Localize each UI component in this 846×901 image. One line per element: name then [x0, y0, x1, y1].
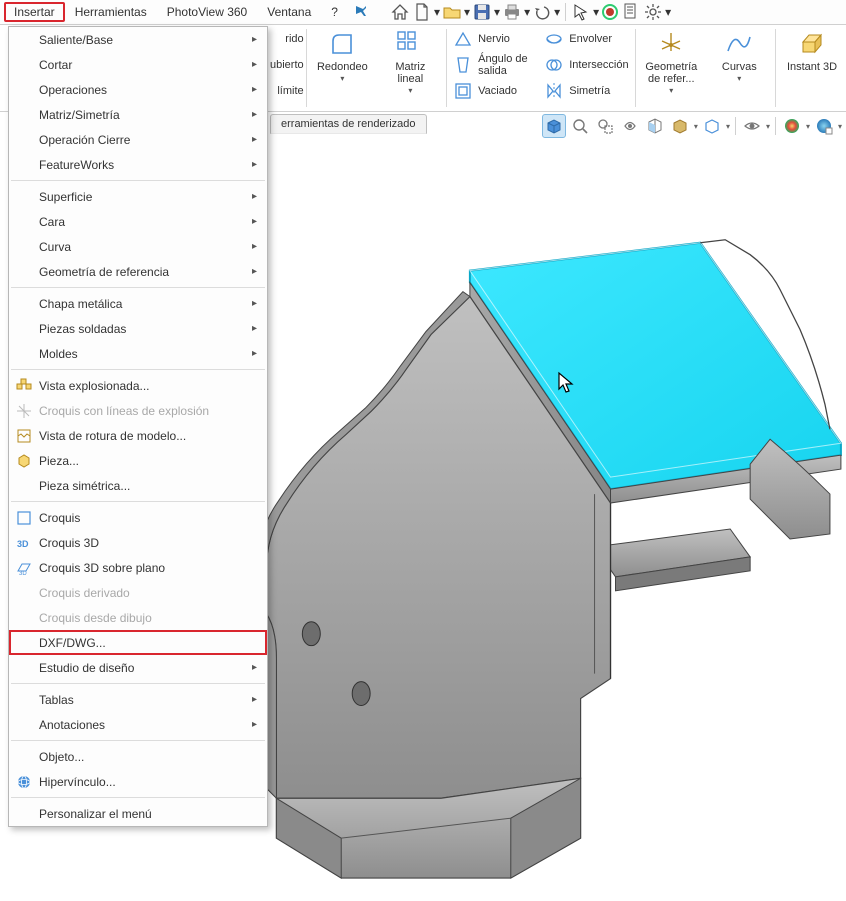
menu-operaciones[interactable]: Operaciones▸	[9, 77, 267, 102]
explode-lines-icon	[15, 402, 33, 420]
save-icon[interactable]	[472, 2, 492, 22]
menu-tablas[interactable]: Tablas▸	[9, 687, 267, 712]
menu-croquis[interactable]: Croquis	[9, 505, 267, 530]
menu-operacion-cierre[interactable]: Operación Cierre▸	[9, 127, 267, 152]
svg-text:3D: 3D	[19, 571, 27, 576]
menu-hipervinculo[interactable]: Hipervínculo...	[9, 769, 267, 794]
dd-icon[interactable]: ▾	[806, 122, 810, 131]
dd-icon[interactable]: ▾	[464, 5, 470, 19]
hyperlink-icon	[15, 773, 33, 791]
view-cube-icon[interactable]	[542, 114, 566, 138]
sketch3d-icon: 3D	[15, 534, 33, 552]
dd-icon[interactable]: ▾	[766, 122, 770, 131]
menu-personalizar[interactable]: Personalizar el menú	[9, 801, 267, 826]
new-icon[interactable]	[412, 2, 432, 22]
apply-scene-icon[interactable]	[813, 115, 835, 137]
ribbon-interseccion[interactable]: Intersección	[540, 53, 632, 77]
menubar: Insertar Herramientas PhotoView 360 Vent…	[0, 0, 846, 25]
menu-pieza[interactable]: Pieza...	[9, 448, 267, 473]
menu-croquis-3d-plano[interactable]: 3DCroquis 3D sobre plano	[9, 555, 267, 580]
ribbon-redondeo[interactable]: Redondeo▾	[314, 29, 370, 85]
zoom-fit-icon[interactable]	[569, 115, 591, 137]
menu-curva[interactable]: Curva▸	[9, 234, 267, 259]
menu-geometria-referencia[interactable]: Geometría de referencia▸	[9, 259, 267, 284]
sketch-icon	[15, 509, 33, 527]
dd-icon[interactable]: ▾	[554, 5, 560, 19]
menu-ventana[interactable]: Ventana	[257, 2, 321, 22]
select-icon[interactable]	[571, 2, 591, 22]
dd-icon[interactable]: ▾	[694, 122, 698, 131]
prev-view-icon[interactable]	[619, 115, 641, 137]
dd-icon[interactable]: ▾	[434, 5, 440, 19]
edit-appearance-icon[interactable]	[781, 115, 803, 137]
menu-matriz-simetria[interactable]: Matriz/Simetría▸	[9, 102, 267, 127]
insertar-dropdown: Saliente/Base▸ Cortar▸ Operaciones▸ Matr…	[8, 26, 268, 827]
menu-photoview360[interactable]: PhotoView 360	[157, 2, 258, 22]
menu-dxf-dwg[interactable]: DXF/DWG...	[9, 630, 267, 655]
menu-piezas-soldadas[interactable]: Piezas soldadas▸	[9, 316, 267, 341]
rebuild-icon[interactable]	[601, 3, 619, 21]
menu-help[interactable]: ?	[321, 2, 348, 22]
menu-saliente-base[interactable]: Saliente/Base▸	[9, 27, 267, 52]
home-icon[interactable]	[390, 2, 410, 22]
menu-estudio-diseno[interactable]: Estudio de diseño▸	[9, 655, 267, 680]
dd-icon[interactable]: ▾	[726, 122, 730, 131]
ribbon-envolver[interactable]: Envolver	[540, 27, 632, 51]
hide-show-icon[interactable]	[741, 115, 763, 137]
menu-chapa-metalica[interactable]: Chapa metálica▸	[9, 291, 267, 316]
undo-icon[interactable]	[532, 2, 552, 22]
menu-cara[interactable]: Cara▸	[9, 209, 267, 234]
tab-row: erramientas de renderizado	[270, 112, 427, 136]
view-orient-icon[interactable]	[669, 115, 691, 137]
menu-croquis-derivado: Croquis derivado	[9, 580, 267, 605]
explode-icon	[15, 377, 33, 395]
menu-croquis-dibujo: Croquis desde dibujo	[9, 605, 267, 630]
quick-toolbar: ▾ ▾ ▾ ▾ ▾ ▾ ▾	[390, 2, 671, 22]
tab-render-tools[interactable]: erramientas de renderizado	[270, 114, 427, 134]
view-toolbar: ▾ ▾ ▾ ▾ ▾	[542, 114, 842, 138]
menu-croquis-explosion: Croquis con líneas de explosión	[9, 398, 267, 423]
section-view-icon[interactable]	[644, 115, 666, 137]
menu-anotaciones[interactable]: Anotaciones▸	[9, 712, 267, 737]
ribbon-angulo-salida[interactable]: Ángulo de salida	[449, 53, 532, 77]
menu-featureworks[interactable]: FeatureWorks▸	[9, 152, 267, 177]
zoom-area-icon[interactable]	[594, 115, 616, 137]
menu-vista-explosionada[interactable]: Vista explosionada...	[9, 373, 267, 398]
options-icon[interactable]	[643, 2, 663, 22]
break-view-icon	[15, 427, 33, 445]
document-props-icon[interactable]	[621, 2, 641, 22]
menu-vista-rotura[interactable]: Vista de rotura de modelo...	[9, 423, 267, 448]
sketch3d-plane-icon: 3D	[15, 559, 33, 577]
ribbon-nervio[interactable]: Nervio	[449, 27, 532, 51]
menu-herramientas[interactable]: Herramientas	[65, 2, 157, 22]
ribbon-hidden-col: rido ubierto límite	[270, 25, 304, 103]
ribbon-text[interactable]: rido	[285, 27, 303, 51]
menu-moldes[interactable]: Moldes▸	[9, 341, 267, 366]
ribbon-vaciado[interactable]: Vaciado	[449, 79, 532, 103]
dd-icon[interactable]: ▾	[665, 5, 671, 19]
menu-insertar[interactable]: Insertar	[4, 2, 65, 22]
menu-cortar[interactable]: Cortar▸	[9, 52, 267, 77]
print-icon[interactable]	[502, 2, 522, 22]
ribbon-text[interactable]: límite	[277, 79, 303, 103]
menu-croquis-3d[interactable]: 3DCroquis 3D	[9, 530, 267, 555]
open-icon[interactable]	[442, 2, 462, 22]
ribbon-geometria-referencia[interactable]: Geometría de refer...▾	[643, 29, 699, 85]
pin-icon[interactable]	[354, 4, 368, 21]
menu-pieza-simetrica[interactable]: Pieza simétrica...	[9, 473, 267, 498]
part-icon	[15, 452, 33, 470]
svg-text:3D: 3D	[17, 539, 29, 549]
ribbon-curvas[interactable]: Curvas▾	[711, 29, 767, 85]
ribbon-matriz-lineal[interactable]: Matriz lineal▾	[382, 29, 438, 85]
menu-superficie[interactable]: Superficie▸	[9, 184, 267, 209]
menu-objeto[interactable]: Objeto...	[9, 744, 267, 769]
dd-icon[interactable]: ▾	[524, 5, 530, 19]
dd-icon[interactable]: ▾	[838, 122, 842, 131]
ribbon-text[interactable]: ubierto	[270, 53, 304, 77]
display-style-icon[interactable]	[701, 115, 723, 137]
ribbon-instant3d[interactable]: Instant 3D	[784, 29, 840, 85]
ribbon-simetria[interactable]: Simetría	[540, 79, 632, 103]
dd-icon[interactable]: ▾	[494, 5, 500, 19]
dd-icon[interactable]: ▾	[593, 5, 599, 19]
